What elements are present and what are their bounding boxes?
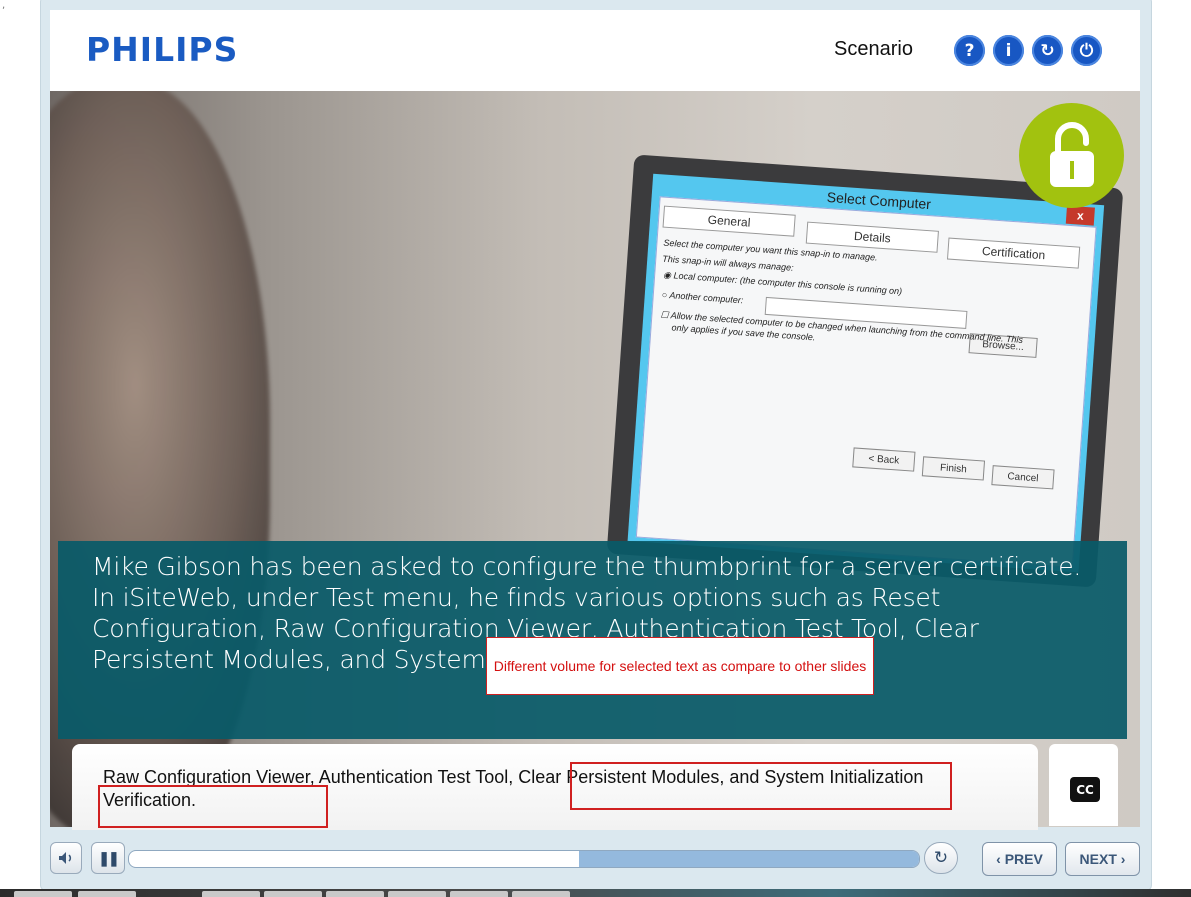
rewind-icon: ↻ — [933, 848, 949, 868]
seek-bar-remaining — [579, 851, 919, 867]
pause-icon: ❚❚ — [98, 849, 120, 866]
volume-icon — [59, 852, 72, 864]
slide-area: Select Computer x General Details Certif… — [50, 91, 1140, 827]
volume-button[interactable] — [50, 842, 82, 874]
annotation-highlight-box — [98, 785, 328, 828]
laptop-image: Select Computer x General Details Certif… — [606, 154, 1124, 588]
review-annotation: Different volume for selected text as co… — [486, 637, 874, 695]
annotation-highlight-box — [570, 762, 952, 810]
dialog-always-manage: This snap-in will always manage: — [661, 253, 794, 273]
player-header: PHILIPS Scenario ? i ↻ ⏻ — [50, 10, 1140, 91]
os-taskbar — [0, 889, 1191, 897]
cc-panel: CC — [1049, 744, 1118, 826]
help-icon: ? — [964, 40, 975, 61]
rewind-button[interactable]: ↻ — [924, 842, 958, 874]
dialog-tab-general: General — [662, 205, 796, 237]
dialog-back-button: < Back — [852, 447, 916, 472]
replay-icon: ↻ — [1040, 40, 1055, 61]
closed-captions-button[interactable]: CC — [1070, 777, 1100, 802]
scenario-menu-label[interactable]: Scenario — [834, 38, 913, 61]
next-button[interactable]: NEXT › — [1065, 842, 1140, 876]
power-icon: ⏻ — [1079, 40, 1094, 61]
dialog-finish-button: Finish — [921, 456, 986, 481]
unlock-icon — [1019, 103, 1124, 208]
philips-logo: PHILIPS — [86, 30, 239, 69]
help-button[interactable]: ? — [954, 35, 985, 66]
dialog-tab-certification: Certification — [946, 237, 1081, 269]
laptop-screen: Select Computer x General Details Certif… — [627, 173, 1105, 573]
exit-button[interactable]: ⏻ — [1071, 35, 1102, 66]
info-icon: i — [1005, 40, 1012, 61]
prev-button[interactable]: ‹ PREV — [982, 842, 1057, 876]
stray-mark: , — [2, 0, 6, 11]
dialog-cancel-button: Cancel — [991, 465, 1055, 490]
replay-button[interactable]: ↻ — [1032, 35, 1063, 66]
select-computer-dialog: Select Computer x General Details Certif… — [635, 189, 1097, 568]
info-button[interactable]: i — [993, 35, 1024, 66]
pause-button[interactable]: ❚❚ — [91, 842, 125, 874]
seek-bar[interactable] — [128, 850, 920, 868]
dialog-close-icon: x — [1065, 205, 1095, 226]
playback-controls: ❚❚ ↻ ‹ PREV NEXT › — [48, 840, 1141, 878]
dialog-another-option: ○ Another computer: — [661, 289, 744, 306]
